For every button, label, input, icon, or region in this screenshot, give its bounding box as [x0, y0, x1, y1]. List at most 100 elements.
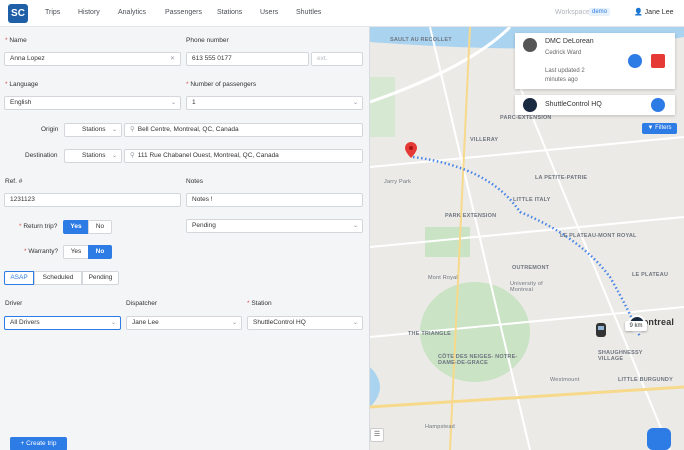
map-label: PARC-EXTENSION [500, 115, 552, 121]
location-pin-icon: ⚲ [130, 152, 135, 159]
passengers-label: * Number of passengers [186, 81, 257, 88]
map-label: LE PLATEAU-MONT ROYAL [560, 233, 637, 239]
location-pin-icon: ⚲ [130, 126, 135, 133]
dispatcher-select[interactable]: Jane Lee ⌄ [126, 316, 242, 330]
map-label: Mont Royal [428, 275, 458, 281]
user-name: Jane Lee [644, 9, 674, 16]
map-view[interactable]: SAULT AU RECOLLET PARC-EXTENSION VILLERA… [370, 27, 684, 450]
distance-tag: 9 km [625, 321, 647, 331]
chevron-down-icon: ⌄ [111, 153, 117, 159]
language-label: * Language [5, 81, 39, 88]
vehicle-marker-icon[interactable] [596, 323, 606, 337]
locate-icon[interactable] [651, 98, 665, 112]
map-label: THE TRIANGLE [408, 331, 452, 337]
chevron-down-icon: ⌄ [352, 100, 358, 106]
dispatcher-label: Dispatcher [126, 300, 158, 307]
filter-icon: ▼ [647, 125, 654, 131]
clear-icon[interactable]: ✕ [170, 53, 175, 65]
vehicle-card[interactable]: DMC DeLorean Cedrick Ward Last updated 2… [515, 33, 675, 89]
nav-history[interactable]: History [78, 9, 100, 16]
map-label: LITTLE ITALY [513, 197, 551, 203]
car-icon [523, 38, 537, 52]
chevron-down-icon: ⌄ [110, 320, 116, 326]
map-label: Hampstead [425, 424, 455, 430]
return-trip-label: * Return trip? [19, 223, 58, 230]
phone-label: Phone number [186, 37, 229, 44]
chevron-down-icon: ⌄ [231, 320, 237, 326]
ext-input[interactable]: ext. [311, 52, 363, 66]
language-select[interactable]: English ⌄ [4, 96, 181, 110]
user-icon: 👤 [634, 9, 643, 16]
app-logo[interactable]: SC [8, 4, 28, 23]
notes-input[interactable]: Notes ! [186, 193, 363, 207]
map-label: SHAUGHNESSY VILLAGE [598, 350, 643, 362]
create-trip-button[interactable]: + Create trip [10, 437, 67, 450]
map-label: PARK EXTENSION [445, 213, 497, 219]
destination-label: Destination [25, 152, 58, 159]
map-label: LA PETITE-PATRIE [535, 175, 588, 181]
map-label: Westmount [550, 377, 580, 383]
hq-icon [523, 98, 537, 112]
nav-users[interactable]: Users [260, 9, 278, 16]
map-label: SAULT AU RECOLLET [390, 37, 452, 43]
map-label: OUTREMONT [512, 265, 550, 271]
workspace-badge[interactable]: demo [589, 8, 611, 16]
chevron-down-icon: ⌄ [352, 320, 358, 326]
destination-type-select[interactable]: Stations ⌄ [64, 149, 122, 163]
user-menu[interactable]: 👤 Jane Lee [634, 8, 673, 16]
map-label: LITTLE BURGUNDY [618, 377, 673, 383]
tab-pending[interactable]: Pending [82, 271, 119, 285]
origin-label: Origin [41, 126, 59, 133]
driver-select[interactable]: All Drivers ⌄ [4, 316, 121, 330]
top-nav: SC Trips History Analytics Passengers St… [0, 0, 684, 27]
locate-icon[interactable] [628, 54, 642, 68]
chevron-down-icon: ⌄ [111, 127, 117, 133]
driver-name: Cedrick Ward [545, 50, 582, 56]
destination-pin-icon[interactable] [405, 142, 417, 158]
destination-input[interactable]: ⚲ 111 Rue Chabanel Ouest, Montreal, QC, C… [124, 149, 363, 163]
map-label: LE PLATEAU [632, 272, 669, 278]
return-yes-button[interactable]: Yes [63, 220, 89, 234]
origin-input[interactable]: ⚲ Bell Centre, Montreal, QC, Canada [124, 123, 363, 137]
nav-analytics[interactable]: Analytics [118, 9, 146, 16]
chevron-down-icon: ⌄ [352, 223, 358, 229]
warranty-yes-button[interactable]: Yes [63, 245, 89, 259]
hq-name: ShuttleControl HQ [545, 101, 602, 108]
tab-asap[interactable]: ASAP [4, 271, 34, 285]
vehicle-name: DMC DeLorean [545, 38, 594, 45]
driver-label: Driver [5, 300, 23, 307]
map-label: Jarry Park [384, 179, 412, 185]
tab-scheduled[interactable]: Scheduled [34, 271, 82, 285]
map-label: University of Montreal [510, 281, 543, 293]
ref-label: Ref. # [5, 178, 23, 185]
warranty-no-button[interactable]: No [88, 245, 112, 259]
list-toggle-icon[interactable]: ☰ [370, 428, 384, 442]
map-label: VILLERAY [470, 137, 499, 143]
passengers-select[interactable]: 1 ⌄ [186, 96, 363, 110]
trip-form [0, 27, 370, 450]
nav-passengers[interactable]: Passengers [165, 9, 202, 16]
nav-trips[interactable]: Trips [45, 9, 60, 16]
hq-card[interactable]: ShuttleControl HQ [515, 95, 675, 115]
station-select[interactable]: ShuttleControl HQ ⌄ [247, 316, 363, 330]
filters-button[interactable]: ▼ Filters [642, 123, 677, 134]
last-updated: Last updated 2 minutes ago [545, 68, 585, 83]
plus-icon: + [20, 440, 25, 447]
return-no-button[interactable]: No [88, 220, 112, 234]
chat-icon[interactable] [647, 428, 671, 450]
nav-shuttles[interactable]: Shuttles [296, 9, 321, 16]
phone-input[interactable]: 613 555 0177 [186, 52, 309, 66]
nav-stations[interactable]: Stations [217, 9, 242, 16]
warranty-label: * Warranty? [24, 248, 59, 255]
name-input[interactable]: Anna Lopez ✕ [4, 52, 181, 66]
workspace-label: Workspace [555, 9, 590, 16]
driver-profile-icon[interactable] [651, 54, 665, 68]
notes-label: Notes [186, 178, 203, 185]
station-label: * Station [247, 300, 272, 307]
chevron-down-icon: ⌄ [170, 100, 176, 106]
origin-type-select[interactable]: Stations ⌄ [64, 123, 122, 137]
map-label: CÔTE DES NEIGES- NOTRE-DAME-DE-GRACE [438, 354, 518, 366]
status-select[interactable]: Pending ⌄ [186, 219, 363, 233]
name-label: * Name [5, 37, 27, 44]
ref-input[interactable]: 1231123 [4, 193, 181, 207]
